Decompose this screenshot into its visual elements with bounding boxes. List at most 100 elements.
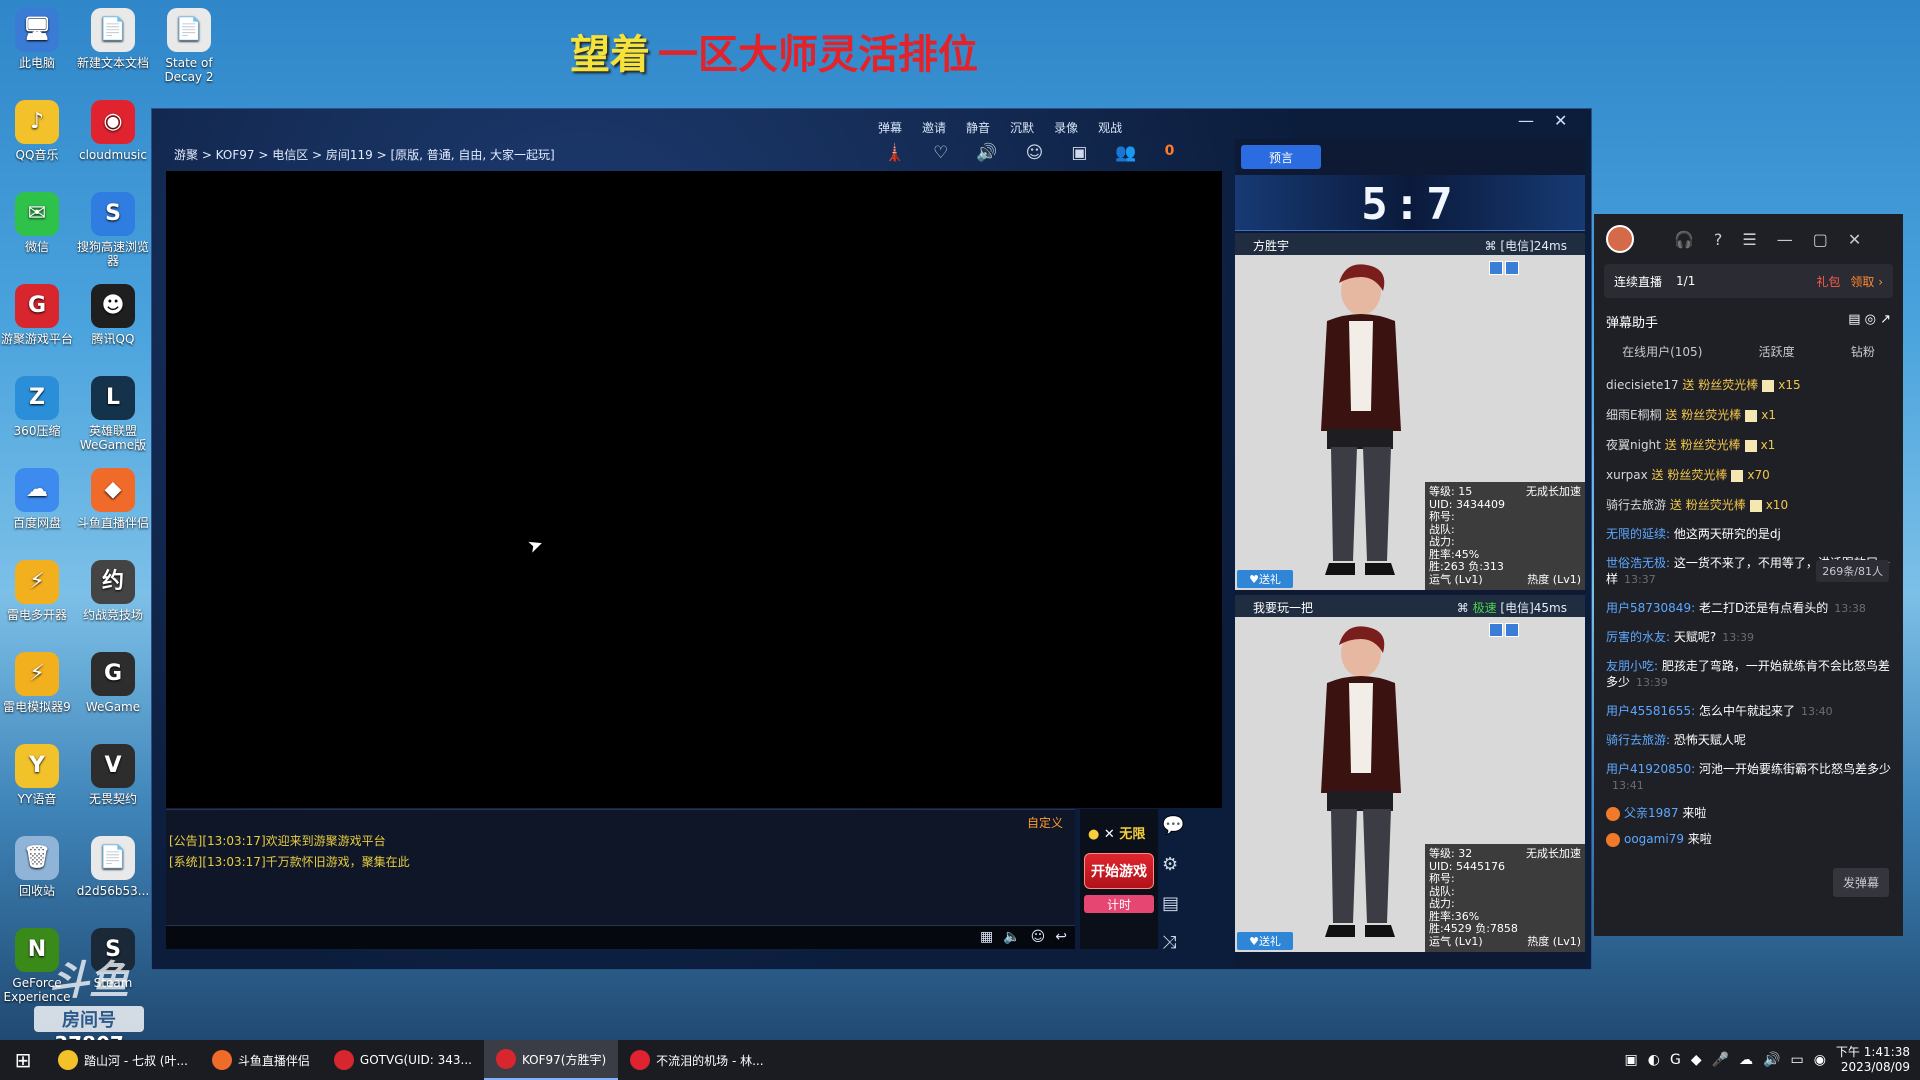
desktop-icon[interactable]: Z 360压缩 [0, 376, 76, 438]
desktop-icon[interactable]: V 无畏契约 [74, 744, 152, 806]
avatar[interactable] [1606, 225, 1634, 253]
claim-button[interactable]: 领取 › [1850, 273, 1883, 290]
shuffle-icon[interactable]: ⤨ [1162, 932, 1184, 953]
desktop-icon[interactable]: 约约战竞技场 [74, 560, 152, 622]
enter-user[interactable]: 父亲1987 [1624, 806, 1679, 820]
start-game-button[interactable]: 开始游戏 [1084, 853, 1154, 889]
timer-button[interactable]: 计时 [1084, 895, 1154, 913]
desktop-icon[interactable]: 📄 新建文本文档 [74, 8, 152, 70]
menu-record[interactable]: 录像 [1054, 119, 1078, 136]
message-user[interactable]: 用户58730849: [1606, 601, 1695, 615]
player-name[interactable]: 方胜宇 [1253, 237, 1289, 253]
glowstick-icon [1731, 469, 1744, 482]
taskbar-app[interactable]: GOTVG(UID: 343... [322, 1040, 484, 1080]
camera-icon[interactable]: ▣ [1071, 143, 1087, 163]
desktop-icon[interactable]: ☻ 腾讯QQ [74, 284, 152, 346]
message-user[interactable]: 厉害的水友: [1606, 630, 1670, 644]
maximize-icon[interactable]: ▢ [1813, 230, 1828, 249]
message-user[interactable]: 世俗浩无极: [1606, 556, 1670, 570]
desktop-icon[interactable]: 🖥 此电脑 [0, 8, 76, 70]
desktop-icon[interactable]: Y YY语音 [0, 744, 76, 806]
desktop-icon[interactable]: ⚡ 雷电模拟器9 [0, 652, 76, 714]
gift-user[interactable]: 骑行去旅游 [1606, 498, 1666, 512]
help-icon[interactable]: ? [1714, 230, 1723, 249]
speaker-icon[interactable]: 🔈 [1003, 929, 1020, 945]
volume-icon[interactable]: 🔊 [1763, 1052, 1780, 1068]
volume-icon[interactable]: 🔊 [976, 143, 997, 163]
taskbar-app[interactable]: KOF97(方胜宇) [483, 1040, 619, 1080]
enter-icon[interactable]: ↩ [1055, 929, 1067, 945]
message-user[interactable]: 友朋小吃: [1606, 659, 1658, 673]
tab-diamond-fans[interactable]: 钻粉 [1851, 343, 1875, 360]
desktop-icon[interactable]: ☁ 百度网盘 [0, 468, 76, 530]
desktop-icon[interactable]: G 游聚游戏平台 [0, 284, 76, 346]
minimize-button[interactable]: — [1518, 111, 1534, 130]
microphone-icon[interactable]: 🎤 [1712, 1052, 1729, 1068]
gift-pack-button[interactable]: 礼包 [1816, 273, 1840, 290]
player-name[interactable]: 我要玩一把 [1253, 599, 1313, 615]
desktop-icon[interactable]: G WeGame [74, 652, 152, 714]
heart-add-icon[interactable]: ♡ [933, 143, 948, 163]
tab-activity[interactable]: 活跃度 [1759, 343, 1795, 360]
tab-online-users[interactable]: 在线用户(105) [1622, 343, 1702, 360]
panel-tools[interactable]: ▤ ◎ ↗ [1848, 312, 1891, 331]
message-user[interactable]: 用户45581655: [1606, 704, 1695, 718]
headset-icon[interactable]: 🎧 [1674, 230, 1694, 249]
tower-icon[interactable]: 🗼 [884, 143, 905, 163]
prediction-tab[interactable]: 预言 [1241, 145, 1321, 169]
taskbar-app[interactable]: 踏山河 - 七叔 (叶... [46, 1040, 200, 1080]
desktop-icon[interactable]: ♪ QQ音乐 [0, 100, 76, 162]
qq-music-icon[interactable]: ◐ [1648, 1052, 1660, 1068]
menu-danmu[interactable]: 弹幕 [878, 119, 902, 136]
send-gift-button[interactable]: ♥ 送礼 [1237, 932, 1293, 950]
desktop-icon[interactable]: L 英雄联盟WeGame版 [74, 376, 152, 452]
wechat-icon[interactable]: ☁ [1739, 1052, 1753, 1068]
menu-silence[interactable]: 沉默 [1010, 119, 1034, 136]
desktop-icon[interactable]: ◉ cloudmusic [74, 100, 152, 162]
gift-user[interactable]: diecisiete17 [1606, 378, 1679, 392]
menu-icon[interactable]: ☰ [1742, 230, 1756, 249]
chat-custom-button[interactable]: 自定义 [1027, 814, 1063, 831]
send-gift-button[interactable]: ♥ 送礼 [1237, 570, 1293, 588]
message-user[interactable]: 用户41920850: [1606, 762, 1695, 776]
cloudmusic-icon[interactable]: ◉ [1814, 1052, 1826, 1068]
menu-spectate[interactable]: 观战 [1098, 119, 1122, 136]
close-icon[interactable]: ✕ [1848, 230, 1861, 249]
users-icon[interactable]: 👥 [1115, 143, 1136, 163]
desktop-icon[interactable]: S 搜狗高速浏览器 [74, 192, 152, 268]
douyu-icon[interactable]: ◆ [1691, 1052, 1702, 1068]
desktop-icon[interactable]: ◆ 斗鱼直播伴侣 [74, 468, 152, 530]
start-button[interactable]: ⊞ [0, 1048, 46, 1072]
enter-user[interactable]: oogami79 [1624, 832, 1684, 846]
emoji-icon[interactable]: ☺ [1031, 929, 1046, 945]
app-icon: S [91, 192, 135, 236]
menu-invite[interactable]: 邀请 [922, 119, 946, 136]
close-button[interactable]: ✕ [1554, 111, 1567, 130]
desktop-icon[interactable]: ✉ 微信 [0, 192, 76, 254]
message-user[interactable]: 骑行去旅游: [1606, 733, 1670, 747]
list-icon[interactable]: ▤ [1162, 893, 1184, 914]
gift-user[interactable]: 夜翼night [1606, 438, 1661, 452]
gift-user[interactable]: xurpax [1606, 468, 1648, 482]
desktop-icon[interactable]: 📄 State of Decay 2 [150, 8, 228, 84]
desktop-icon[interactable]: ⚡ 雷电多开器 [0, 560, 76, 622]
taskbar-app[interactable]: 不流泪的机场 - 林... [618, 1040, 775, 1080]
desktop-icon[interactable]: 🗑 回收站 [0, 836, 76, 898]
emoji-icon[interactable]: ☺ [1026, 143, 1044, 163]
game-icon[interactable]: G [1670, 1052, 1681, 1068]
clock[interactable]: 下午 1:41:38 2023/08/09 [1836, 1045, 1910, 1075]
gift-user[interactable]: 细雨E桐桐 [1606, 408, 1662, 422]
game-screen[interactable]: ➤ [166, 171, 1222, 808]
menu-mute[interactable]: 静音 [966, 119, 990, 136]
taskbar-app[interactable]: 斗鱼直播伴侣 [200, 1040, 322, 1080]
gear-icon[interactable]: ⚙ [1162, 854, 1184, 875]
taskview-icon[interactable]: ▣ [1625, 1052, 1638, 1068]
network-icon[interactable]: ▭ [1790, 1052, 1803, 1068]
send-danmu-button[interactable]: 发弹幕 [1832, 868, 1889, 897]
minimize-icon[interactable]: — [1777, 230, 1793, 249]
chat-bubble-icon[interactable]: 💬 [1162, 815, 1184, 836]
color-grid-icon[interactable]: ▦ [980, 929, 993, 945]
chat-input[interactable]: ▦ 🔈 ☺ ↩ [166, 925, 1075, 949]
desktop-icon[interactable]: 📄 d2d56b53... [74, 836, 152, 898]
message-user[interactable]: 无限的延续: [1606, 527, 1670, 541]
